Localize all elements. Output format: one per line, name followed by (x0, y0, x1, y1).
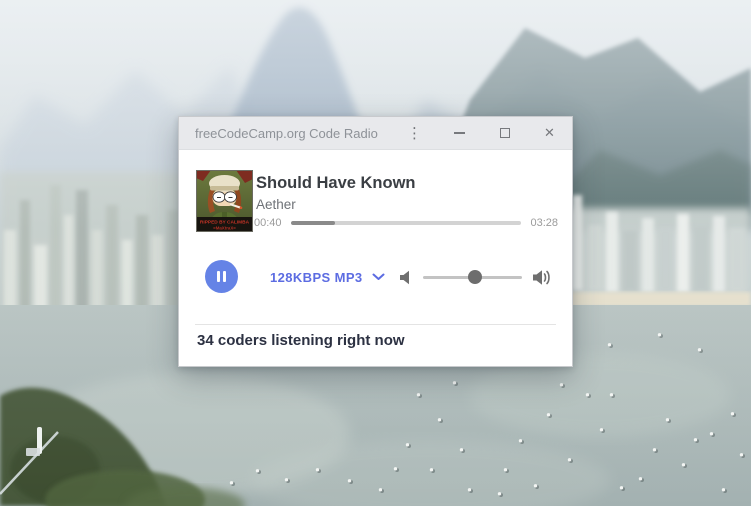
track-artist: Aether (256, 197, 296, 212)
volume-control (397, 261, 552, 293)
divider (195, 324, 556, 325)
window-title: freeCodeCamp.org Code Radio (195, 125, 378, 141)
close-icon: ✕ (544, 125, 555, 140)
kebab-menu-icon: ⋮ (407, 124, 422, 142)
desktop-background: freeCodeCamp.org Code Radio ⋮ ✕ RIPPED B… (0, 0, 751, 506)
elapsed-time: 00:40 (254, 217, 282, 229)
listeners-count: 34 coders listening right now (197, 332, 405, 349)
minimize-icon (454, 132, 465, 134)
minimize-button[interactable] (437, 117, 482, 149)
code-radio-window: freeCodeCamp.org Code Radio ⋮ ✕ RIPPED B… (178, 116, 573, 367)
progress-row: 00:40 03:28 (254, 215, 558, 231)
bitrate-selector[interactable]: 128KBPS MP3 (270, 263, 385, 291)
menu-button[interactable]: ⋮ (392, 117, 437, 149)
maximize-icon (499, 128, 510, 138)
pause-button[interactable] (205, 260, 238, 293)
volume-high-icon[interactable] (531, 268, 552, 287)
track-title: Should Have Known (256, 174, 416, 192)
album-art: RIPPED BY CALIMBA =MaXtraX= (196, 170, 253, 232)
volume-slider[interactable] (423, 269, 522, 285)
bitrate-label: 128KBPS MP3 (270, 269, 363, 285)
volume-low-icon[interactable] (397, 269, 414, 286)
album-art-caption-2: =MaXtraX= (213, 226, 236, 231)
volume-handle[interactable] (468, 270, 483, 284)
close-button[interactable]: ✕ (527, 117, 572, 149)
chevron-down-icon (372, 273, 385, 280)
total-duration: 03:28 (530, 217, 558, 229)
progress-fill (290, 221, 335, 225)
progress-bar (290, 221, 522, 225)
pause-icon (216, 271, 220, 282)
title-bar: freeCodeCamp.org Code Radio ⋮ ✕ (179, 117, 572, 150)
maximize-button[interactable] (482, 117, 527, 149)
